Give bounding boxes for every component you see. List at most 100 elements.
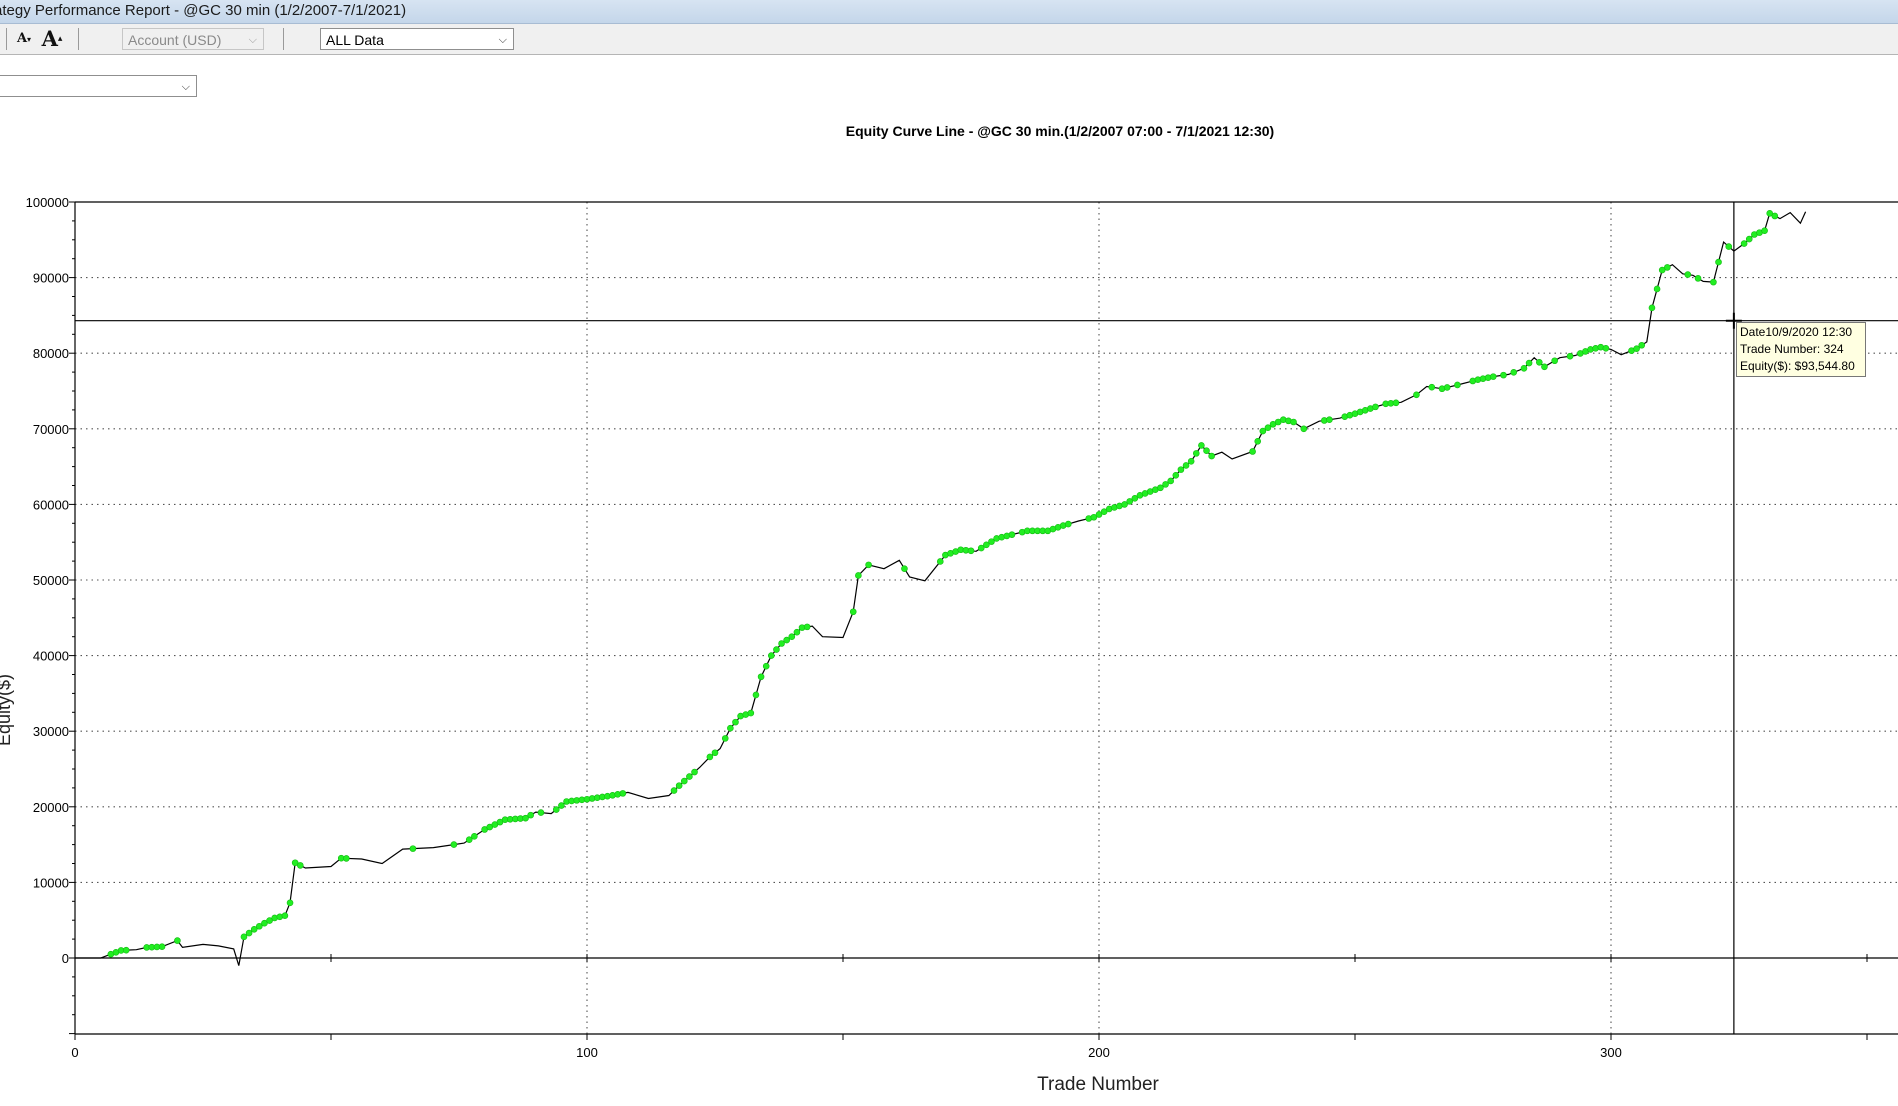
y-tick-label: 30000: [33, 724, 69, 739]
equity-marker-point: [1187, 458, 1195, 465]
y-tick-label: 0: [62, 951, 69, 966]
equity-marker-point: [855, 572, 862, 579]
y-axis-label: Equity($): [0, 674, 14, 746]
equity-marker-point: [721, 735, 729, 742]
equity-marker-point: [1300, 425, 1308, 433]
equity-marker-point: [450, 841, 458, 848]
equity-marker-point: [803, 623, 811, 631]
toolbar: A▾ A▴ Account (USD) ⌵ ALL Data ⌵: [0, 24, 1898, 55]
equity-marker-point: [1566, 352, 1574, 360]
data-period-select[interactable]: ALL Data ⌵: [320, 28, 514, 50]
y-tick-label: 80000: [33, 346, 69, 361]
chevron-down-icon: ⌵: [248, 34, 257, 46]
chart-type-select[interactable]: ⌵: [0, 75, 197, 97]
x-tick-label: 300: [1600, 1045, 1622, 1060]
equity-marker-point: [1489, 373, 1497, 380]
equity-marker-point: [1454, 381, 1461, 389]
equity-marker-point: [240, 933, 248, 941]
equity-marker-point: [1602, 344, 1610, 352]
toolbar-separator: [78, 28, 79, 50]
equity-marker-point: [471, 832, 478, 840]
equity-marker-point: [686, 773, 693, 780]
equity-marker-point: [865, 561, 872, 569]
equity-marker-point: [1249, 448, 1256, 455]
equity-marker-point: [747, 709, 755, 717]
equity-curve-chart[interactable]: Equity Curve Line - @GC 30 min.(1/2/2007…: [0, 100, 1898, 1106]
equity-marker-point: [706, 753, 714, 761]
account-select-value: Account (USD): [128, 32, 222, 48]
equity-marker-point: [174, 937, 181, 944]
equity-marker-point: [1771, 212, 1779, 220]
data-tooltip: Date10/9/2020 12:30 Trade Number: 324 Eq…: [1736, 322, 1866, 377]
data-period-select-value: ALL Data: [326, 32, 384, 48]
equity-marker-point: [793, 628, 801, 636]
equity-marker-point: [1428, 383, 1436, 391]
equity-marker-point: [343, 855, 350, 862]
equity-marker-point: [675, 782, 683, 789]
plot-area: 0 10000 20000 30000 40000 50000 60000 70000 8000…: [26, 195, 1898, 1060]
chart-title: Equity Curve Line - @GC 30 min.(1/2/2007…: [846, 123, 1274, 139]
tooltip-date: Date10/9/2020 12:30: [1740, 325, 1853, 339]
x-axis-label: Trade Number: [1037, 1074, 1159, 1095]
equity-marker-point: [537, 809, 545, 816]
equity-marker-point: [732, 718, 739, 726]
equity-marker-point: [1172, 471, 1180, 479]
equity-marker-point: [1510, 369, 1518, 376]
equity-marker-point: [281, 912, 289, 919]
equity-marker-point: [1177, 466, 1185, 473]
equity-marker-point: [1648, 304, 1656, 312]
equity-marker-point: [967, 547, 975, 555]
y-tick-label: 100000: [26, 195, 69, 210]
equity-marker-point: [1664, 264, 1671, 271]
equity-marker-point: [788, 633, 796, 641]
equity-marker-point: [158, 943, 166, 950]
decrease-font-button[interactable]: A▾: [12, 27, 36, 51]
window-titlebar: ategy Performance Report - @GC 30 min (1…: [0, 0, 1898, 24]
tooltip-equity: Equity($): $93,544.80: [1740, 359, 1855, 373]
equity-marker-point: [1392, 399, 1400, 407]
increase-font-button[interactable]: A▴: [40, 27, 64, 51]
equity-marker-point: [1008, 531, 1016, 538]
equity-marker-point: [527, 811, 534, 819]
equity-marker-point: [1520, 365, 1528, 372]
equity-marker-point: [1290, 418, 1297, 426]
equity-marker-point: [409, 845, 417, 852]
equity-marker-point: [1208, 452, 1215, 460]
toolbar-separator: [283, 28, 284, 50]
y-tick-label: 90000: [33, 271, 69, 286]
toolbar-separator: [6, 28, 7, 50]
equity-marker-point: [901, 565, 908, 572]
tooltip-trade-number: Trade Number: 324: [1740, 342, 1844, 356]
equity-marker-point: [1638, 341, 1646, 349]
equity-marker-point: [711, 749, 719, 757]
equity-marker-point: [1541, 363, 1548, 371]
equity-marker-point: [245, 929, 253, 937]
equity-marker-point: [752, 691, 760, 699]
equity-marker-point: [1745, 235, 1753, 243]
decrease-font-icon: A: [16, 31, 28, 46]
equity-marker-point: [1710, 278, 1717, 286]
account-select[interactable]: Account (USD) ⌵: [122, 28, 264, 50]
equity-marker-point: [757, 673, 765, 681]
equity-marker-point: [1192, 450, 1200, 457]
equity-marker-point: [296, 862, 304, 869]
equity-curve-line: [75, 211, 1807, 966]
equity-marker-point: [1372, 403, 1379, 411]
equity-marker-point: [1326, 416, 1333, 424]
y-tick-label: 60000: [33, 497, 69, 512]
x-tick-label: 0: [71, 1045, 78, 1060]
y-tick-label: 40000: [33, 649, 69, 664]
equity-marker-point: [773, 646, 780, 653]
chevron-down-icon: ⌵: [498, 34, 507, 46]
y-tick-label: 10000: [33, 875, 69, 890]
equity-marker-point: [1684, 271, 1692, 278]
equity-marker-point: [1254, 437, 1262, 445]
equity-marker-point: [1694, 275, 1702, 282]
equity-marker-point: [1413, 391, 1420, 399]
chevron-down-icon: ⌵: [181, 81, 190, 93]
equity-marker-point: [849, 608, 857, 616]
y-tick-label: 50000: [33, 573, 69, 588]
equity-marker-point: [1203, 447, 1210, 455]
equity-marker-point: [1740, 240, 1748, 247]
equity-marker-point: [691, 768, 698, 776]
